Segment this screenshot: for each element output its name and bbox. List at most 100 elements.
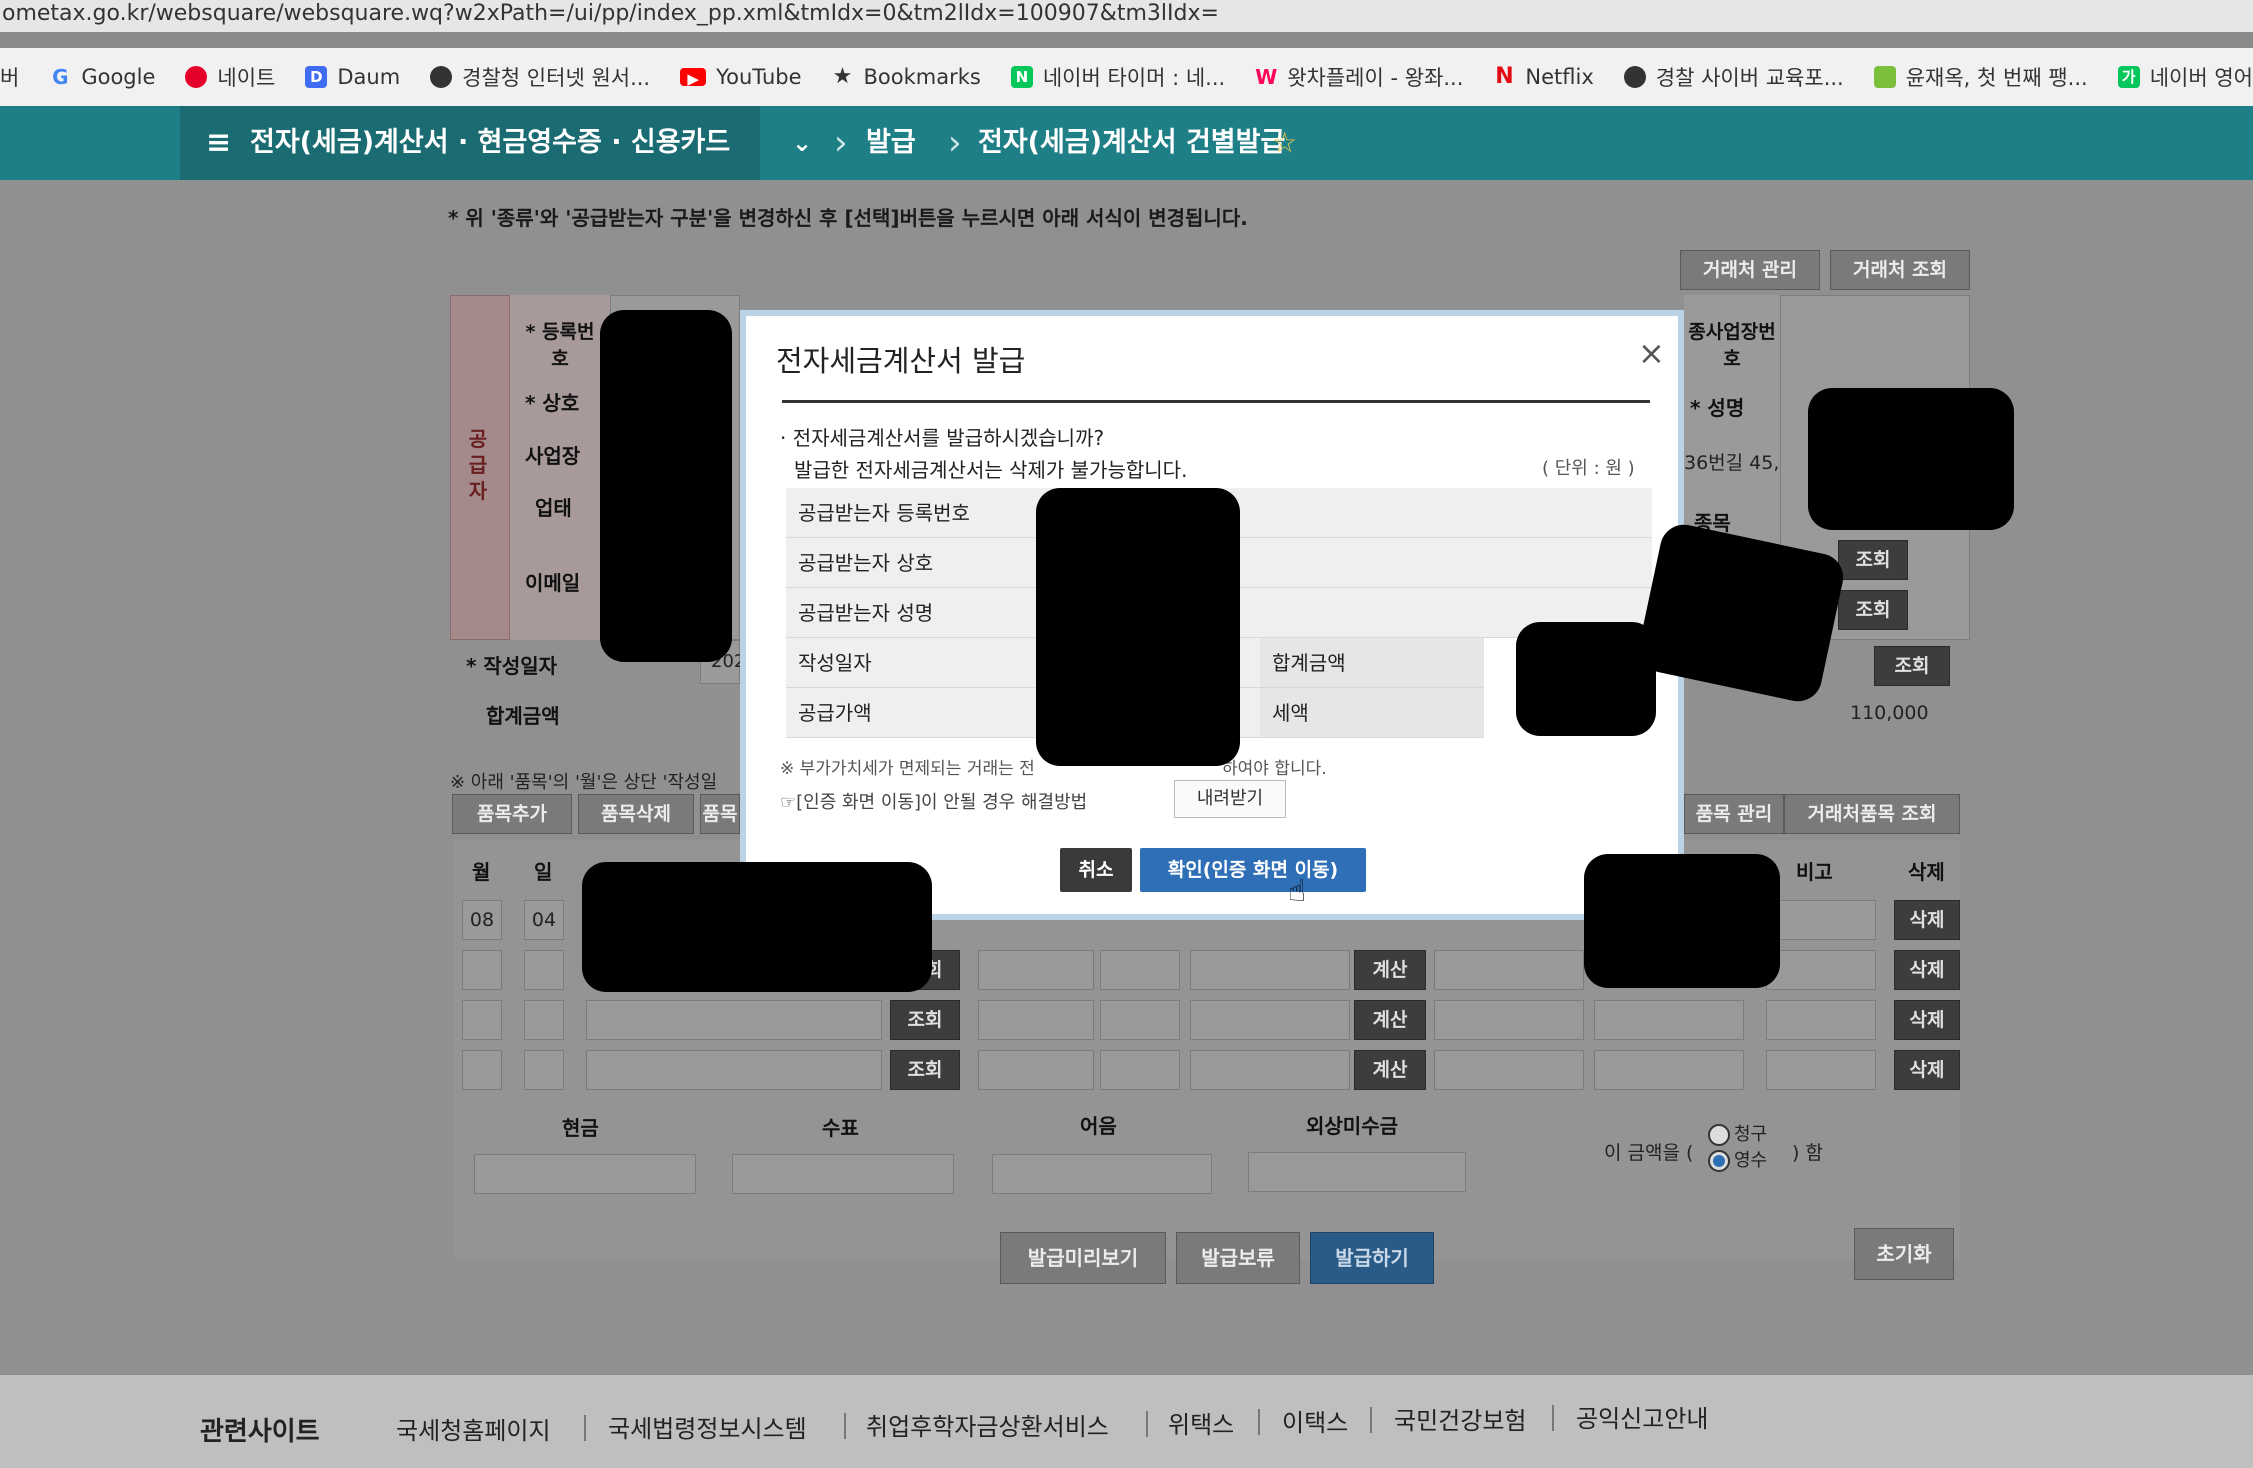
claim-radio[interactable] bbox=[1708, 1124, 1730, 1146]
close-icon[interactable]: × bbox=[1638, 334, 1665, 372]
row4-delete-button[interactable]: 삭제 bbox=[1894, 1050, 1960, 1090]
row3-tax[interactable] bbox=[1594, 1000, 1744, 1040]
row3-day[interactable] bbox=[524, 1000, 564, 1040]
bookmark-netflix[interactable]: N Netflix bbox=[1493, 65, 1594, 89]
bookmark-nate[interactable]: 네이트 bbox=[185, 62, 275, 92]
row3-price[interactable] bbox=[1190, 1000, 1350, 1040]
row3-supply[interactable] bbox=[1434, 1000, 1584, 1040]
dictionary-icon: 가 bbox=[2117, 66, 2140, 88]
lookup-button-2[interactable]: 조회 bbox=[1838, 590, 1908, 630]
item-manage-button[interactable]: 품목 관리 bbox=[1684, 794, 1784, 834]
row4-tax[interactable] bbox=[1594, 1050, 1744, 1090]
breadcrumb-issue[interactable]: 발급 bbox=[866, 106, 916, 180]
credit-input[interactable] bbox=[1248, 1152, 1466, 1192]
footer-link-report[interactable]: 공익신고안내 bbox=[1576, 1399, 1708, 1434]
bookmark-watcha[interactable]: W 왓차플레이 - 왕좌... bbox=[1255, 62, 1463, 92]
item-button-partial[interactable]: 품목 bbox=[700, 794, 740, 834]
row2-spec[interactable] bbox=[978, 950, 1094, 990]
app-header: ≡ 전자(세금)계산서 · 현금영수증 · 신용카드 ⌄ › 발급 › 전자(세… bbox=[0, 106, 2253, 180]
bookmark-news[interactable]: 윤재옥, 첫 번째 팽... bbox=[1873, 62, 2088, 92]
client-manage-button[interactable]: 거래처 관리 bbox=[1680, 250, 1820, 290]
hamburger-icon[interactable]: ≡ bbox=[206, 106, 231, 180]
redaction-mark bbox=[582, 862, 932, 992]
bookmark-dictionary[interactable]: 가 네이버 영어사전 bbox=[2117, 62, 2253, 92]
footer-link-student-loan[interactable]: 취업후학자금상환서비스 bbox=[866, 1407, 1109, 1442]
row4-calc-button[interactable]: 계산 bbox=[1354, 1050, 1426, 1090]
row1-delete-button[interactable]: 삭제 bbox=[1894, 900, 1960, 940]
issue-button[interactable]: 발급하기 bbox=[1310, 1232, 1434, 1284]
total-amount-row: 합계금액 bbox=[1260, 638, 1484, 688]
row1-note[interactable] bbox=[1766, 900, 1876, 940]
hold-button[interactable]: 발급보류 bbox=[1176, 1232, 1300, 1284]
bookmark-cyber[interactable]: 경찰 사이버 교육포... bbox=[1623, 62, 1844, 92]
preview-button[interactable]: 발급미리보기 bbox=[1000, 1232, 1166, 1284]
row4-qty[interactable] bbox=[1100, 1050, 1180, 1090]
bookmark-label: Daum bbox=[337, 65, 401, 89]
download-button[interactable]: 내려받기 bbox=[1174, 780, 1286, 818]
confirm-cert-button[interactable]: 확인(인증 화면 이동) bbox=[1140, 848, 1366, 892]
bill-input[interactable] bbox=[992, 1154, 1212, 1194]
bookmark-label: 왓차플레이 - 왕좌... bbox=[1287, 66, 1464, 90]
row2-supply[interactable] bbox=[1434, 950, 1584, 990]
vat-note: ※ 부가가치세가 면제되는 거래는 전 bbox=[780, 759, 1035, 779]
reg-no-label: * 등록번호 bbox=[525, 321, 595, 370]
favorite-star-icon[interactable]: ☆ bbox=[1272, 106, 1297, 180]
bookmark-naver-timer[interactable]: N 네이버 타이머 : 네... bbox=[1010, 62, 1225, 92]
redaction-mark bbox=[1808, 388, 2014, 530]
row4-supply[interactable] bbox=[1434, 1050, 1584, 1090]
row2-month[interactable] bbox=[462, 950, 502, 990]
footer-link-etax[interactable]: 이택스 bbox=[1282, 1403, 1348, 1438]
check-input[interactable] bbox=[732, 1154, 954, 1194]
row4-day[interactable] bbox=[524, 1050, 564, 1090]
address-bar[interactable]: ometax.go.kr/websquare/websquare.wq?w2xP… bbox=[0, 0, 2253, 32]
bookmark-bookmarks[interactable]: ★ Bookmarks bbox=[832, 65, 981, 89]
breadcrumb-separator-icon: › bbox=[948, 123, 962, 163]
reset-button[interactable]: 초기화 bbox=[1854, 1228, 1954, 1280]
row4-item[interactable] bbox=[586, 1050, 882, 1090]
lookup-button-3[interactable]: 조회 bbox=[1874, 646, 1950, 686]
row3-month[interactable] bbox=[462, 1000, 502, 1040]
row4-note[interactable] bbox=[1766, 1050, 1876, 1090]
row3-delete-button[interactable]: 삭제 bbox=[1894, 1000, 1960, 1040]
row1-month[interactable]: 08 bbox=[462, 900, 502, 940]
delete-warning: 발급한 전자세금계산서는 삭제가 불가능합니다. bbox=[794, 458, 1188, 482]
row3-spec[interactable] bbox=[978, 1000, 1094, 1040]
footer-link-law[interactable]: 국세법령정보시스템 bbox=[608, 1409, 807, 1444]
footer-link-wetax[interactable]: 위택스 bbox=[1168, 1405, 1234, 1440]
bookmark-0[interactable]: 버 bbox=[0, 62, 19, 92]
row2-price[interactable] bbox=[1190, 950, 1350, 990]
footer-link-health[interactable]: 국민건강보험 bbox=[1394, 1401, 1526, 1436]
row3-note[interactable] bbox=[1766, 1000, 1876, 1040]
row2-calc-button[interactable]: 계산 bbox=[1354, 950, 1426, 990]
delete-item-button[interactable]: 품목삭제 bbox=[578, 794, 694, 834]
chevron-down-icon[interactable]: ⌄ bbox=[792, 106, 812, 180]
lookup-button-1[interactable]: 조회 bbox=[1838, 540, 1908, 580]
row1-day[interactable]: 04 bbox=[524, 900, 564, 940]
row4-spec[interactable] bbox=[978, 1050, 1094, 1090]
row3-calc-button[interactable]: 계산 bbox=[1354, 1000, 1426, 1040]
bookmark-google[interactable]: G Google bbox=[49, 65, 155, 89]
row2-qty[interactable] bbox=[1100, 950, 1180, 990]
row4-price[interactable] bbox=[1190, 1050, 1350, 1090]
footer-link-nts[interactable]: 국세청홈페이지 bbox=[396, 1411, 551, 1446]
menu-selector[interactable]: ≡ 전자(세금)계산서 · 현금영수증 · 신용카드 bbox=[180, 106, 760, 180]
row3-qty[interactable] bbox=[1100, 1000, 1180, 1040]
row3-lookup-button[interactable]: 조회 bbox=[890, 1000, 960, 1040]
row4-month[interactable] bbox=[462, 1050, 502, 1090]
receipt-radio[interactable] bbox=[1708, 1150, 1730, 1172]
cancel-button[interactable]: 취소 bbox=[1060, 848, 1132, 892]
row2-day[interactable] bbox=[524, 950, 564, 990]
client-search-button[interactable]: 거래처 조회 bbox=[1830, 250, 1970, 290]
cash-input[interactable] bbox=[474, 1154, 696, 1194]
row3-item[interactable] bbox=[586, 1000, 882, 1040]
bookmark-daum[interactable]: D Daum bbox=[305, 65, 400, 89]
row4-lookup-button[interactable]: 조회 bbox=[890, 1050, 960, 1090]
client-item-search-button[interactable]: 거래처품목 조회 bbox=[1784, 794, 1960, 834]
bill-label: 어음 bbox=[1080, 1114, 1117, 1138]
supplier-labels: * 등록번호 * 상호 사업장 업태 이메일 bbox=[510, 295, 610, 640]
add-item-button[interactable]: 품목추가 bbox=[452, 794, 572, 834]
row2-note[interactable] bbox=[1766, 950, 1876, 990]
bookmark-youtube[interactable]: ▶ YouTube bbox=[680, 65, 802, 89]
row2-delete-button[interactable]: 삭제 bbox=[1894, 950, 1960, 990]
bookmark-police[interactable]: 경찰청 인터넷 원서... bbox=[430, 62, 650, 92]
